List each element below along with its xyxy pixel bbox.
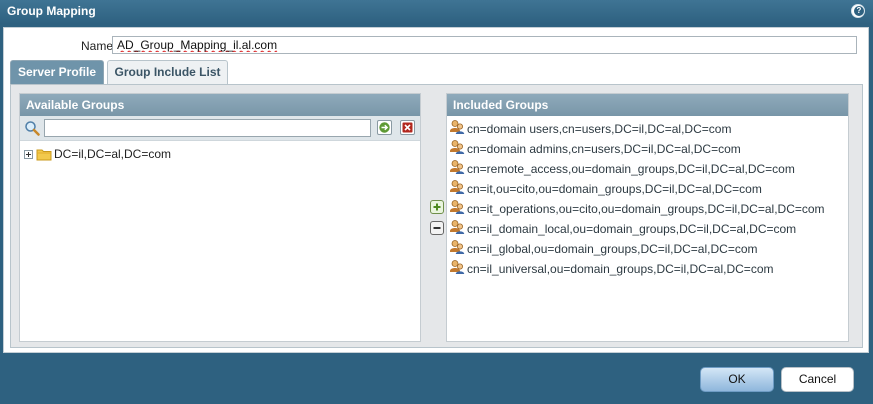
tree-item-label: DC=il,DC=al,DC=com [54, 147, 172, 161]
minus-icon [433, 227, 441, 229]
user-group-icon [450, 240, 465, 254]
included-group-item[interactable]: cn=domain users,cn=users,DC=il,DC=al,DC=… [447, 118, 848, 138]
included-group-label: cn=remote_access,ou=domain_groups,DC=il,… [467, 162, 795, 176]
user-group-icon [450, 220, 465, 234]
included-group-item[interactable]: cn=it_operations,ou=cito,ou=domain_group… [447, 198, 848, 218]
included-group-label: cn=it_operations,ou=cito,ou=domain_group… [467, 202, 825, 216]
included-group-label: cn=domain users,cn=users,DC=il,DC=al,DC=… [467, 122, 732, 136]
available-groups-panel: Available Groups DC=il,DC=al,DC=com [19, 93, 421, 342]
folder-icon [36, 149, 52, 161]
user-group-icon [450, 260, 465, 274]
included-group-label: cn=il_global,ou=domain_groups,DC=il,DC=a… [467, 242, 758, 256]
dialog-title: Group Mapping [7, 4, 96, 18]
user-group-icon [450, 120, 465, 134]
search-clear-button[interactable] [400, 120, 415, 135]
title-bar: Group Mapping ? [0, 0, 873, 24]
group-include-panel: Available Groups DC=il,DC=al,DC=com Incl… [10, 84, 863, 348]
user-group-icon [450, 200, 465, 214]
user-group-icon [450, 140, 465, 154]
tab-group-include-list[interactable]: Group Include List [107, 60, 228, 84]
name-label: Name [81, 39, 114, 53]
name-input[interactable] [112, 36, 857, 54]
included-group-item[interactable]: cn=domain admins,cn=users,DC=il,DC=al,DC… [447, 138, 848, 158]
expand-plus-icon[interactable] [24, 150, 33, 159]
remove-group-button[interactable] [430, 221, 444, 235]
cancel-button[interactable]: Cancel [781, 367, 854, 392]
included-group-label: cn=domain admins,cn=users,DC=il,DC=al,DC… [467, 142, 741, 156]
close-icon [402, 122, 413, 133]
available-groups-header: Available Groups [20, 94, 420, 116]
plus-icon [433, 203, 441, 211]
included-group-item[interactable]: cn=remote_access,ou=domain_groups,DC=il,… [447, 158, 848, 178]
search-icon [25, 121, 40, 136]
arrow-right-icon [379, 122, 390, 133]
search-bar [20, 116, 420, 141]
included-group-item[interactable]: cn=it,ou=cito,ou=domain_groups,DC=il,DC=… [447, 178, 848, 198]
add-group-button[interactable] [430, 200, 444, 214]
tab-server-profile[interactable]: Server Profile [10, 60, 104, 84]
ok-button[interactable]: OK [700, 367, 774, 392]
included-group-item[interactable]: cn=il_domain_local,ou=domain_groups,DC=i… [447, 218, 848, 238]
user-group-icon [450, 160, 465, 174]
included-groups-list: cn=domain users,cn=users,DC=il,DC=al,DC=… [447, 118, 848, 278]
help-icon[interactable]: ? [851, 4, 865, 18]
included-group-label: cn=il_domain_local,ou=domain_groups,DC=i… [467, 222, 797, 236]
search-go-button[interactable] [377, 120, 392, 135]
included-group-label: cn=it,ou=cito,ou=domain_groups,DC=il,DC=… [467, 182, 762, 196]
included-group-item[interactable]: cn=il_global,ou=domain_groups,DC=il,DC=a… [447, 238, 848, 258]
user-group-icon [450, 180, 465, 194]
dialog-content: Name Server Profile Group Include List A… [3, 27, 869, 353]
included-group-item[interactable]: cn=il_universal,ou=domain_groups,DC=il,D… [447, 258, 848, 278]
included-groups-header: Included Groups [447, 94, 848, 116]
included-group-label: cn=il_universal,ou=domain_groups,DC=il,D… [467, 262, 774, 276]
included-groups-panel: Included Groups cn=domain users,cn=users… [446, 93, 849, 342]
search-input[interactable] [44, 119, 371, 137]
